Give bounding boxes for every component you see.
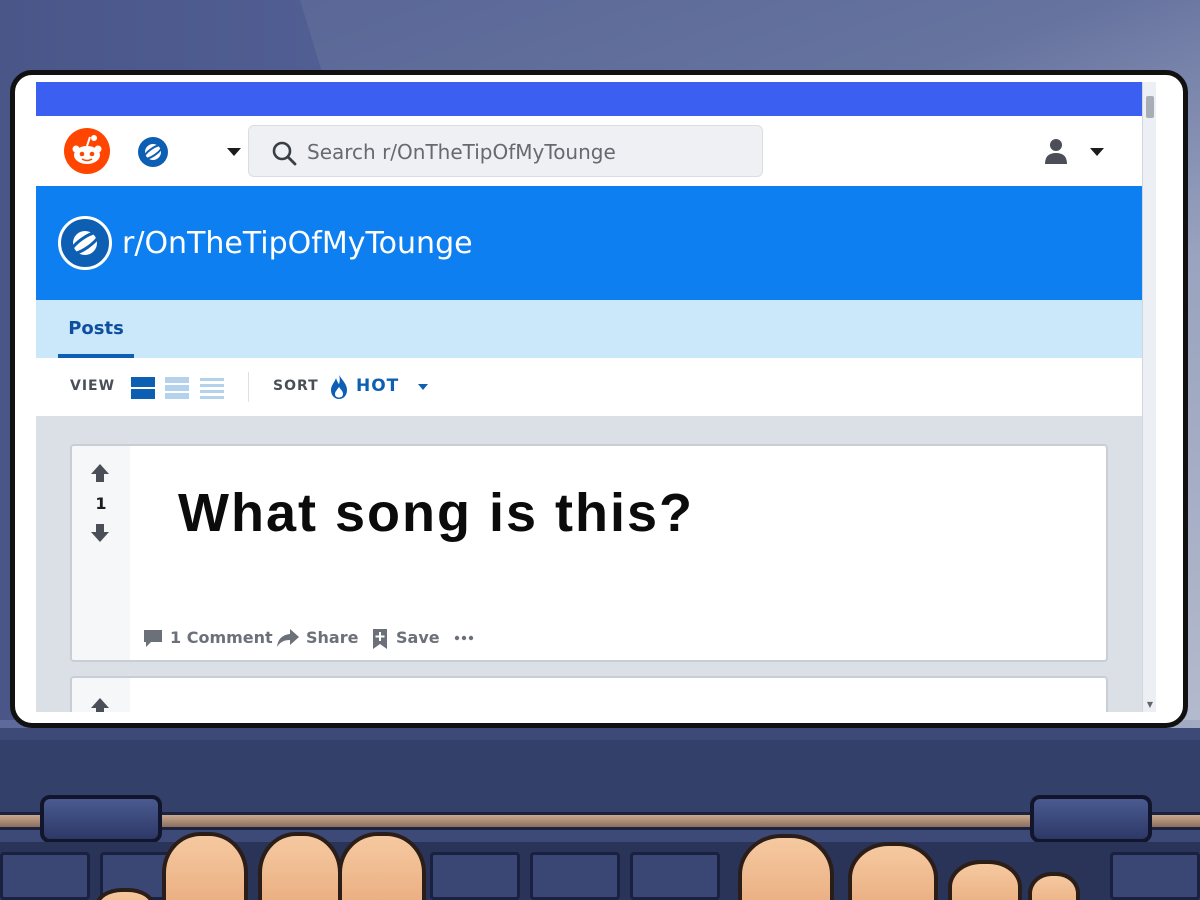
share-icon [277, 629, 299, 647]
site-header [36, 116, 1142, 186]
laptop-base-band [0, 740, 1200, 818]
feed-toolbar: VIEW SORT HOT [36, 358, 1142, 416]
chevron-down-icon[interactable] [1089, 146, 1105, 158]
vote-column: 1 [72, 446, 130, 660]
more-icon [454, 635, 474, 641]
subreddit-icon[interactable] [138, 137, 168, 167]
search-bar[interactable] [248, 125, 763, 177]
keyboard-key [630, 852, 720, 900]
sort-label: SORT [273, 378, 319, 394]
more-options-button[interactable] [452, 626, 476, 650]
fire-icon[interactable] [329, 374, 349, 400]
finger [738, 834, 834, 900]
finger [258, 832, 342, 900]
user-icon[interactable] [1042, 137, 1070, 165]
share-button[interactable]: Share [276, 626, 359, 650]
scroll-down-arrow-icon[interactable]: ▼ [1145, 700, 1155, 710]
keyboard-key [430, 852, 520, 900]
finger [338, 832, 426, 900]
keyboard-key [0, 852, 90, 900]
laptop-hinge-right [1030, 795, 1152, 843]
save-label: Save [396, 628, 440, 647]
sort-dropdown[interactable]: HOT [356, 376, 399, 396]
search-input[interactable] [307, 140, 727, 164]
keyboard-key [1110, 852, 1200, 900]
search-icon [272, 141, 297, 166]
post-card[interactable]: 1 What song is this? 1 Comment Share Sav… [70, 444, 1108, 662]
upvote-icon[interactable] [89, 462, 111, 484]
comment-icon [144, 630, 162, 647]
finger [948, 860, 1022, 900]
subreddit-icon [58, 216, 112, 270]
save-icon [373, 629, 387, 649]
chevron-down-icon[interactable] [417, 382, 429, 392]
browser-screen: r/OnTheTipOfMyTounge Posts VIEW SORT HOT [36, 82, 1156, 712]
scrollbar[interactable]: ▼ [1142, 82, 1156, 712]
downvote-icon[interactable] [89, 522, 111, 544]
tab-posts[interactable]: Posts [58, 300, 134, 358]
view-compact-icon[interactable] [199, 376, 225, 400]
subreddit-title: r/OnTheTipOfMyTounge [122, 226, 473, 261]
post-card[interactable] [70, 676, 1108, 712]
reddit-logo-icon[interactable] [64, 128, 110, 174]
comments-button[interactable]: 1 Comment [142, 626, 273, 650]
finger [848, 842, 938, 900]
comments-label: 1 Comment [170, 628, 273, 647]
browser-title-bar [36, 82, 1142, 116]
vote-count: 1 [95, 494, 107, 513]
upvote-icon[interactable] [89, 696, 111, 712]
view-classic-icon[interactable] [164, 376, 190, 400]
post-title[interactable]: What song is this? [178, 482, 694, 544]
subreddit-banner: r/OnTheTipOfMyTounge [36, 186, 1142, 300]
toolbar-divider [248, 372, 249, 402]
finger [162, 832, 248, 900]
share-label: Share [306, 628, 359, 647]
save-button[interactable]: Save [370, 626, 440, 650]
tabs-bar: Posts [36, 300, 1142, 358]
scrollbar-thumb[interactable] [1146, 96, 1154, 118]
view-card-icon[interactable] [130, 376, 156, 400]
chevron-down-icon[interactable] [226, 146, 242, 158]
vote-column [72, 678, 130, 712]
keyboard-key [530, 852, 620, 900]
laptop-hinge-line [0, 812, 1200, 830]
laptop-hinge-left [40, 795, 162, 843]
view-label: VIEW [70, 378, 116, 394]
